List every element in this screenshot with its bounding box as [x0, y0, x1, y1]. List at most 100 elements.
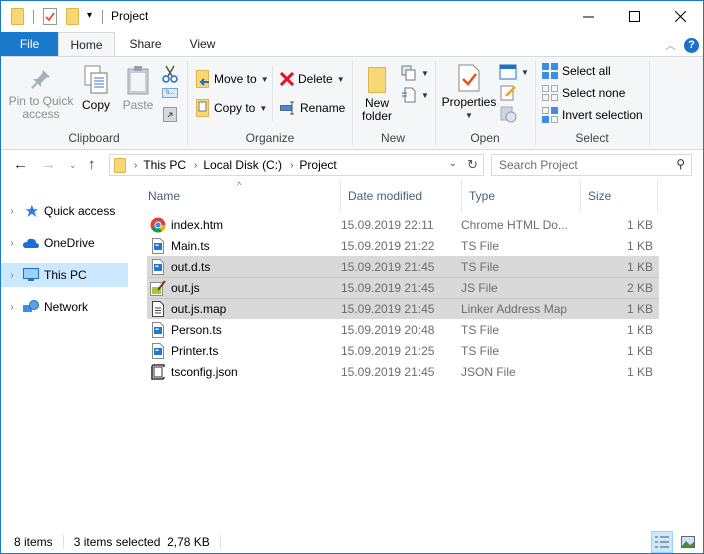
new-folder-icon[interactable]	[66, 8, 79, 25]
move-to-button[interactable]: Move to ▼	[196, 69, 269, 89]
file-name-cell[interactable]: out.js	[147, 280, 341, 296]
divider	[62, 535, 64, 549]
tab-home[interactable]: Home	[58, 32, 115, 57]
open-button[interactable]: ▼	[499, 62, 529, 82]
file-row[interactable]: out.d.ts 15.09.2019 21:45 TS File 1 KB	[147, 256, 659, 277]
file-name: tsconfig.json	[171, 364, 238, 379]
up-button[interactable]: ↑	[88, 156, 96, 173]
minimize-button[interactable]	[565, 1, 611, 32]
navigation-pane: › Quick access › OneDrive › This PC › Ne…	[1, 187, 131, 527]
paste-button[interactable]: Paste	[119, 65, 157, 112]
organize-group-label: Organize	[245, 131, 295, 145]
large-icons-view-icon	[681, 536, 695, 548]
rename-button[interactable]: Rename	[280, 98, 345, 118]
map-file-icon	[150, 301, 171, 317]
refresh-icon[interactable]: ↻	[467, 157, 478, 173]
file-date: 15.09.2019 21:25	[341, 343, 435, 358]
file-size: 1 KB	[626, 343, 653, 358]
copy-to-button[interactable]: Copy to ▼	[196, 98, 267, 118]
nav-label: This PC	[44, 268, 87, 282]
invert-selection-label: Invert selection	[562, 108, 643, 122]
file-row[interactable]: Main.ts 15.09.2019 21:22 TS File 1 KB	[147, 235, 659, 256]
new-folder-button[interactable]: New folder	[359, 67, 395, 123]
chevron-right-icon[interactable]: ›	[1, 270, 23, 281]
nav-item-network[interactable]: › Network	[1, 295, 128, 319]
forward-button[interactable]: →	[41, 156, 56, 173]
copy-path-button[interactable]: \\...	[162, 88, 178, 98]
column-header-size[interactable]: Size	[581, 180, 658, 212]
copy-button[interactable]: Copy	[79, 65, 113, 112]
file-row[interactable]: index.htm 15.09.2019 22:11 Chrome HTML Do.…	[147, 214, 659, 235]
chevron-down-icon: ▼	[521, 67, 529, 77]
address-history-dropdown[interactable]: ⌄	[449, 158, 457, 169]
column-header-type[interactable]: Type	[462, 180, 581, 212]
chevron-right-icon[interactable]: ›	[1, 302, 23, 313]
easy-access-button[interactable]: ▼	[401, 85, 429, 105]
file-type: JSON File	[461, 364, 516, 379]
tab-view[interactable]: View	[174, 32, 231, 56]
file-row[interactable]: tsconfig.json 15.09.2019 21:45 JSON File 1 …	[147, 361, 659, 382]
file-name-cell[interactable]: Printer.ts	[147, 342, 341, 359]
recent-locations-button[interactable]: ⌄	[69, 160, 77, 171]
breadcrumb-this-pc[interactable]: This PC	[143, 158, 186, 172]
search-input[interactable]	[492, 155, 662, 175]
breadcrumb-project[interactable]: Project	[299, 158, 336, 172]
file-size: 1 KB	[626, 259, 653, 274]
customize-dropdown-icon[interactable]: ▾	[87, 10, 92, 21]
select-all-label: Select all	[562, 64, 611, 78]
file-name-cell[interactable]: out.js.map	[147, 301, 341, 317]
help-icon[interactable]: ?	[684, 37, 699, 53]
file-name-cell[interactable]: Main.ts	[147, 237, 341, 254]
tab-share[interactable]: Share	[117, 32, 174, 56]
nav-item-this-pc[interactable]: › This PC	[1, 263, 128, 287]
select-none-button[interactable]: Select none	[542, 83, 625, 103]
details-view-icon	[655, 536, 669, 548]
maximize-button[interactable]	[611, 1, 657, 32]
file-row[interactable]: Printer.ts 15.09.2019 21:25 TS File 1 KB	[147, 340, 659, 361]
collapse-ribbon-icon[interactable]: ︿	[665, 37, 676, 53]
new-item-button[interactable]: ▼	[401, 63, 429, 83]
chevron-down-icon: ▼	[465, 111, 473, 120]
pin-to-quick-access-button[interactable]: Pin to Quick access	[5, 67, 77, 121]
nav-item-onedrive[interactable]: › OneDrive	[1, 231, 128, 255]
search-icon[interactable]: ⚲	[676, 157, 685, 171]
file-name-cell[interactable]: index.htm	[147, 217, 341, 233]
chevron-right-icon[interactable]: ›	[1, 238, 23, 249]
cut-button[interactable]	[161, 65, 179, 83]
properties-icon[interactable]	[43, 8, 57, 28]
file-row[interactable]: out.js 15.09.2019 21:45 JS File 2 KB	[147, 277, 659, 298]
file-date: 15.09.2019 22:11	[341, 217, 434, 232]
edit-button[interactable]	[500, 84, 517, 104]
invert-selection-button[interactable]: Invert selection	[542, 105, 643, 125]
file-name-cell[interactable]: tsconfig.json	[147, 363, 341, 380]
nav-item-quick-access[interactable]: › Quick access	[1, 199, 128, 223]
close-button[interactable]	[657, 1, 703, 32]
nav-label: Quick access	[44, 204, 116, 218]
file-row[interactable]: Person.ts 15.09.2019 20:48 TS File 1 KB	[147, 319, 659, 340]
select-none-label: Select none	[562, 86, 626, 100]
column-header-name[interactable]: Name	[141, 180, 341, 212]
pin-icon	[29, 67, 53, 91]
back-button[interactable]: ←	[13, 156, 28, 173]
paste-shortcut-icon	[163, 107, 177, 122]
copy-to-label: Copy to	[214, 101, 256, 115]
properties-button[interactable]: Properties ▼	[440, 64, 498, 122]
details-view-button[interactable]	[651, 531, 673, 553]
file-name-cell[interactable]: out.d.ts	[147, 258, 341, 275]
large-icons-view-button[interactable]	[677, 531, 699, 553]
delete-button[interactable]: Delete ▼	[280, 69, 345, 89]
file-row[interactable]: out.js.map 15.09.2019 21:45 Linker Address…	[147, 298, 659, 319]
history-button[interactable]	[500, 106, 517, 126]
column-header-date[interactable]: Date modified	[341, 180, 462, 212]
ribbon-tabs: File Home Share View ︿ ?	[1, 32, 703, 57]
chevron-right-icon[interactable]: ›	[1, 206, 23, 217]
open-group: Properties ▼ ▼ Open	[436, 57, 534, 149]
move-to-icon	[196, 70, 209, 88]
breadcrumb-local-disk[interactable]: Local Disk (C:)	[203, 158, 282, 172]
paste-shortcut-button[interactable]	[163, 106, 177, 122]
chevron-right-icon: ›	[290, 159, 294, 171]
file-name-cell[interactable]: Person.ts	[147, 321, 341, 338]
address-bar[interactable]: › This PC › Local Disk (C:) › Project ⌄ …	[109, 154, 484, 176]
select-all-button[interactable]: Select all	[542, 61, 611, 81]
tab-file[interactable]: File	[1, 32, 58, 56]
